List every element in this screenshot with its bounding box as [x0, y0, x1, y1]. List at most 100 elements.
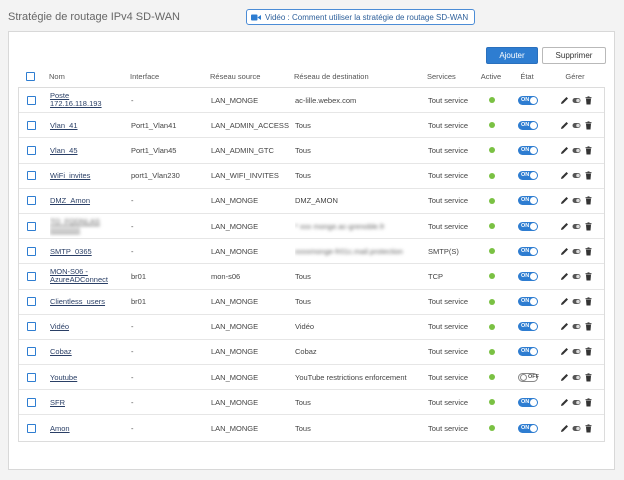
pencil-icon[interactable] — [560, 373, 569, 382]
row-checkbox[interactable] — [27, 145, 36, 155]
row-checkbox[interactable] — [27, 347, 36, 357]
trash-icon[interactable] — [584, 196, 593, 205]
row-checkbox[interactable] — [27, 423, 36, 433]
rule-name-link[interactable]: Vidéo — [50, 322, 69, 331]
row-checkbox[interactable] — [27, 221, 36, 231]
rule-name-link[interactable]: DMZ_Amon — [50, 196, 90, 205]
row-checkbox[interactable] — [27, 120, 36, 130]
toggle-icon[interactable] — [572, 247, 581, 256]
state-toggle[interactable]: ON — [518, 171, 538, 181]
manage-actions — [552, 239, 600, 263]
trash-icon[interactable] — [584, 146, 593, 155]
state-toggle[interactable]: ON — [518, 347, 538, 357]
pencil-icon[interactable] — [560, 171, 569, 180]
pencil-icon[interactable] — [560, 424, 569, 433]
state-toggle-label: ON — [521, 197, 530, 204]
toggle-icon[interactable] — [572, 96, 581, 105]
pencil-icon[interactable] — [560, 96, 569, 105]
trash-icon[interactable] — [584, 247, 593, 256]
video-help-link[interactable]: Vidéo : Comment utiliser la stratégie de… — [246, 9, 476, 25]
pencil-icon[interactable] — [560, 146, 569, 155]
column-header-interface[interactable]: Interface — [130, 65, 206, 87]
state-toggle[interactable]: ON — [518, 196, 538, 206]
toggle-icon[interactable] — [572, 373, 581, 382]
destination-cell: Tous — [295, 145, 311, 155]
rule-name-link[interactable]: SMTP_0365 — [50, 247, 92, 256]
trash-icon[interactable] — [584, 95, 593, 105]
trash-icon[interactable] — [584, 297, 593, 306]
rule-name-link[interactable]: Clientless_users — [50, 297, 105, 306]
toggle-icon[interactable] — [572, 398, 581, 407]
interface-cell: port1_Vlan230 — [131, 171, 180, 181]
row-checkbox[interactable] — [27, 322, 36, 332]
state-toggle[interactable]: ON — [518, 120, 538, 130]
row-checkbox[interactable] — [27, 297, 36, 307]
toggle-icon[interactable] — [572, 322, 581, 331]
add-button[interactable]: Ajouter — [486, 47, 538, 64]
state-toggle[interactable]: ON — [518, 423, 538, 433]
toggle-icon[interactable] — [572, 196, 581, 205]
rule-name-link[interactable]: Cobaz — [50, 347, 72, 356]
row-checkbox[interactable] — [27, 196, 36, 206]
toggle-icon[interactable] — [572, 297, 581, 306]
trash-icon[interactable] — [584, 423, 593, 433]
toggle-icon[interactable] — [572, 171, 581, 180]
trash-icon[interactable] — [584, 373, 593, 382]
row-checkbox[interactable] — [27, 271, 36, 281]
trash-icon[interactable] — [584, 121, 593, 130]
pencil-icon[interactable] — [560, 247, 569, 256]
rule-name-link[interactable]: Poste 172.16.118.193 — [50, 92, 102, 108]
trash-icon[interactable] — [584, 322, 593, 331]
rule-name-link[interactable]: Vlan_45 — [50, 146, 78, 155]
toggle-icon[interactable] — [572, 424, 581, 433]
trash-icon[interactable] — [584, 221, 593, 231]
pencil-icon[interactable] — [560, 398, 569, 407]
row-checkbox[interactable] — [27, 171, 36, 181]
pencil-icon[interactable] — [560, 222, 569, 231]
row-checkbox[interactable] — [27, 397, 36, 407]
rule-name-link[interactable]: MON-S06 - AzureADConnect — [50, 268, 108, 284]
column-header-name[interactable]: Nom — [49, 65, 121, 87]
state-toggle[interactable]: ON — [518, 322, 538, 332]
manage-actions — [552, 264, 600, 288]
row-checkbox[interactable] — [27, 372, 36, 382]
trash-icon[interactable] — [584, 171, 593, 180]
pencil-icon[interactable] — [560, 347, 569, 356]
state-toggle[interactable]: ON — [518, 297, 538, 307]
state-toggle[interactable]: ON — [518, 95, 538, 105]
rule-name-link[interactable]: Vlan_41 — [50, 121, 78, 130]
toggle-icon[interactable] — [572, 146, 581, 155]
rule-name-link[interactable]: WiFi_invites — [50, 171, 90, 180]
column-header-source[interactable]: Réseau source — [210, 65, 292, 87]
select-all-checkbox[interactable] — [26, 71, 35, 81]
toggle-icon[interactable] — [572, 347, 581, 356]
row-checkbox[interactable] — [27, 95, 36, 105]
row-checkbox[interactable] — [27, 246, 36, 256]
toggle-icon[interactable] — [572, 121, 581, 130]
state-toggle[interactable]: ON — [518, 271, 538, 281]
state-toggle[interactable]: OFF — [518, 372, 539, 382]
pencil-icon[interactable] — [560, 322, 569, 331]
toggle-icon[interactable] — [572, 222, 581, 231]
pencil-icon[interactable] — [560, 196, 569, 205]
trash-icon[interactable] — [584, 347, 593, 356]
state-toggle[interactable]: ON — [518, 221, 538, 231]
rule-name-link[interactable]: Youtube — [50, 373, 77, 382]
state-toggle[interactable]: ON — [518, 397, 538, 407]
rule-name-link[interactable]: TO_FQDNLAS xxxxxxxx — [50, 218, 100, 234]
toggle-icon[interactable] — [572, 272, 581, 281]
rule-name-link[interactable]: Amon — [50, 424, 70, 433]
rule-name-link[interactable]: SFR — [50, 398, 65, 407]
state-toggle[interactable]: ON — [518, 246, 538, 256]
pencil-icon[interactable] — [560, 297, 569, 306]
pencil-icon[interactable] — [560, 272, 569, 281]
column-header-services[interactable]: Services — [427, 65, 477, 87]
delete-button[interactable]: Supprimer — [542, 47, 606, 64]
destination-cell: Tous — [295, 297, 311, 307]
interface-cell: - — [131, 196, 134, 206]
state-toggle[interactable]: ON — [518, 145, 538, 155]
pencil-icon[interactable] — [560, 121, 569, 130]
column-header-destination[interactable]: Réseau de destination — [294, 65, 422, 87]
trash-icon[interactable] — [584, 272, 593, 281]
trash-icon[interactable] — [584, 398, 593, 407]
